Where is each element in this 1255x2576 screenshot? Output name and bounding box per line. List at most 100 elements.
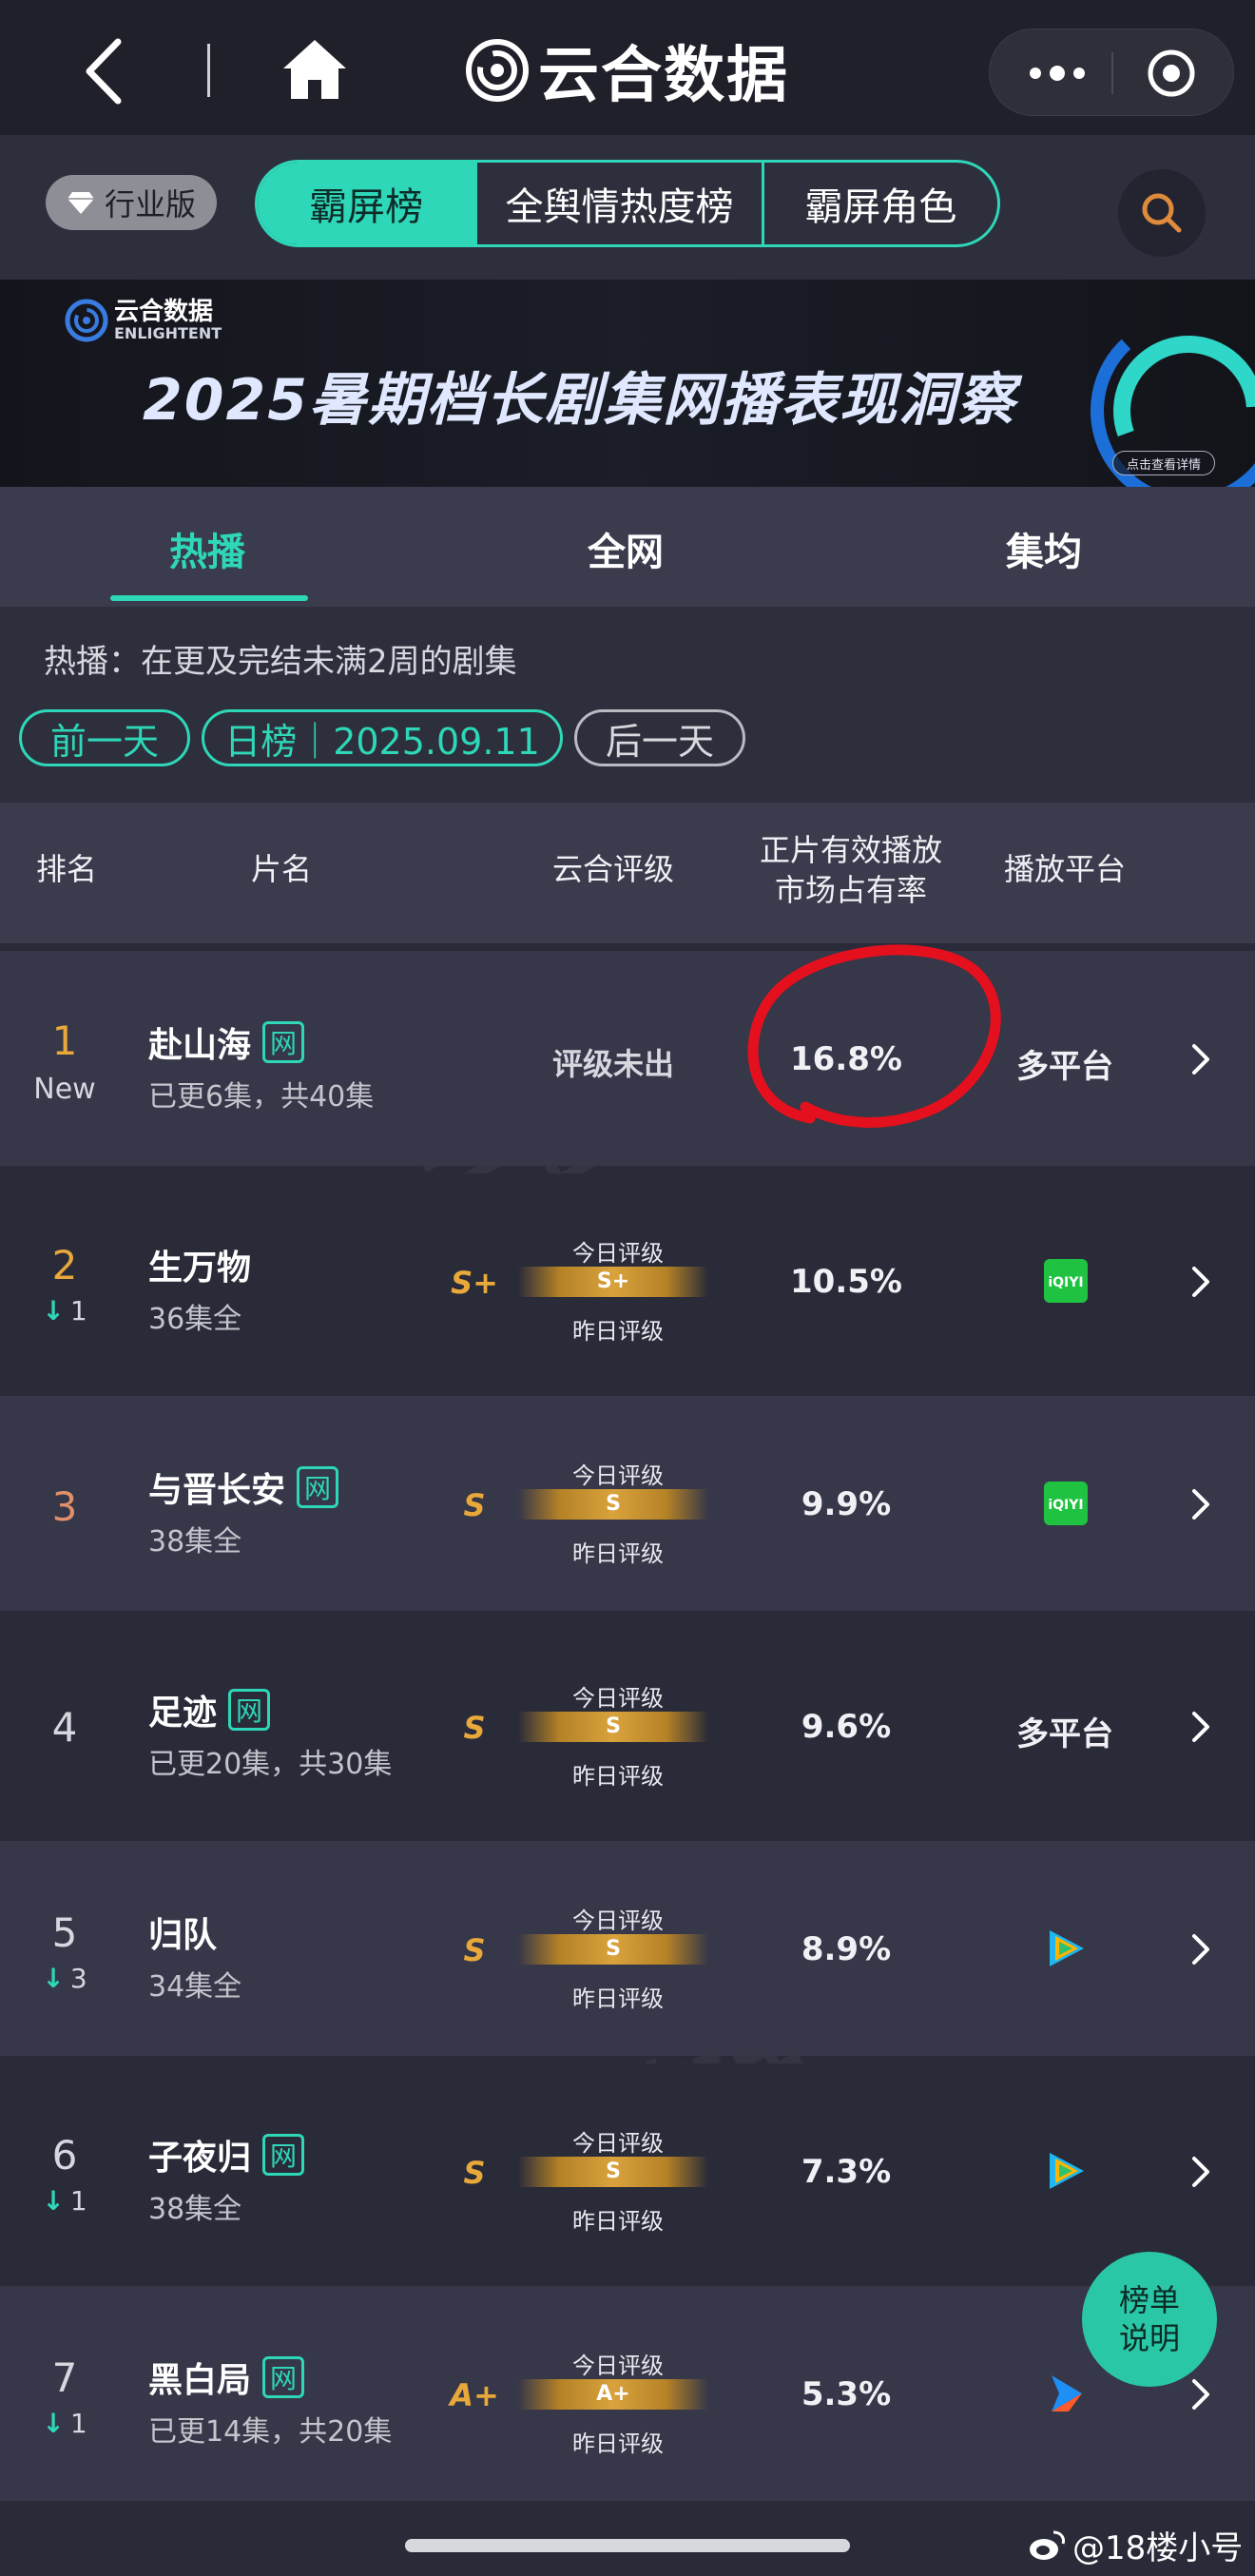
date-selector[interactable]: 日榜｜2025.09.11 bbox=[202, 709, 563, 766]
table-header: 排名 片名 云合评级 正片有效播放 市场占有率 播放平台 bbox=[0, 803, 1255, 943]
rating-grade: S bbox=[463, 1487, 486, 1523]
header-share-line1: 正片有效播放 bbox=[759, 832, 942, 868]
market-share: 9.6% bbox=[801, 1708, 892, 1746]
rank-change: ↓ 1 bbox=[42, 2185, 87, 2217]
ranking-description: 热播：在更及完结未满2周的剧集 bbox=[44, 643, 517, 681]
show-title: 子夜归 网 bbox=[148, 2130, 305, 2179]
rank-number: 2 bbox=[51, 1242, 78, 1288]
info-area: 热播：在更及完结未满2周的剧集 前一天 日榜｜2025.09.11 后一天 bbox=[0, 607, 1255, 803]
weibo-credit: @18楼小号 bbox=[1027, 2522, 1243, 2568]
banner-logo-cn: 云合数据 bbox=[114, 298, 214, 326]
rank-number: 5 bbox=[51, 1909, 78, 1956]
table-row[interactable]: 7 ↓ 1 黑白局 网 已更14集，共20集 A+ 今日评级 A+ 昨日评级 5.… bbox=[0, 2286, 1255, 2501]
table-row[interactable]: 6 ↓ 1 子夜归 网 38集全 S 今日评级 S 昨日评级 7.3% bbox=[0, 2063, 1255, 2278]
rank-number: 1 bbox=[51, 1017, 78, 1064]
chevron-right-icon[interactable] bbox=[1188, 1263, 1213, 1301]
segment-bapingjuese[interactable]: 霸屏角色 bbox=[761, 163, 997, 244]
rating-bar: A+ bbox=[518, 2379, 708, 2410]
yunhe-logo-icon bbox=[65, 299, 108, 342]
today-rating-label: 今日评级 bbox=[572, 2130, 664, 2157]
next-day-button[interactable]: 后一天 bbox=[574, 709, 745, 766]
tab-all-network[interactable]: 全网 bbox=[588, 521, 664, 576]
capsule-divider bbox=[1111, 52, 1113, 94]
table-row[interactable]: 1 New 赴山海 网 已更6集，共40集 评级未出 16.8% 多平台 bbox=[0, 951, 1255, 1166]
rating-bar: S bbox=[518, 1712, 708, 1742]
iqiyi-icon: iQIYI bbox=[1044, 1482, 1088, 1525]
arrow-down-icon: ↓ bbox=[42, 1963, 65, 1994]
show-title: 与晋长安 网 bbox=[148, 1462, 339, 1512]
platform-label: 多平台 bbox=[1016, 1048, 1113, 1086]
segment-bapingbang[interactable]: 霸屏榜 bbox=[258, 163, 475, 244]
banner-detail-button[interactable]: 点击查看详情 bbox=[1112, 451, 1215, 475]
net-drama-badge: 网 bbox=[262, 2134, 305, 2176]
platform-label: 多平台 bbox=[1016, 1715, 1113, 1753]
rating-bar: S bbox=[518, 1934, 708, 1965]
tab-per-episode[interactable]: 集均 bbox=[1006, 521, 1082, 576]
yesterday-rating-label: 昨日评级 bbox=[572, 2431, 664, 2457]
more-icon[interactable] bbox=[1024, 62, 1091, 85]
youku-icon bbox=[1052, 2375, 1082, 2411]
table-row[interactable]: 3 与晋长安 网 38集全 S 今日评级 S 昨日评级 9.9% iQIYI bbox=[0, 1396, 1255, 1611]
search-icon bbox=[1142, 193, 1182, 233]
back-icon[interactable] bbox=[76, 34, 133, 108]
edition-badge-label: 行业版 bbox=[104, 186, 196, 223]
active-tab-underline bbox=[110, 595, 308, 601]
brand-title: 云合数据 bbox=[464, 32, 789, 111]
yesterday-rating-label: 昨日评级 bbox=[572, 1318, 664, 1345]
episode-count: 38集全 bbox=[148, 1525, 242, 1559]
yesterday-rating-label: 昨日评级 bbox=[572, 2208, 664, 2235]
show-title: 足迹 网 bbox=[148, 1685, 271, 1734]
arrow-down-icon: ↓ bbox=[42, 2185, 65, 2217]
market-share: 8.9% bbox=[801, 1930, 892, 1968]
tab-hot[interactable]: 热播 bbox=[169, 521, 245, 576]
rank-change: ↓ 1 bbox=[42, 1295, 87, 1327]
fab-label-line2: 说明 bbox=[1118, 2320, 1180, 2356]
market-share: 10.5% bbox=[790, 1263, 902, 1301]
chevron-right-icon[interactable] bbox=[1188, 1930, 1213, 1968]
rank-number: 3 bbox=[51, 1483, 78, 1530]
market-share: 5.3% bbox=[801, 2375, 892, 2413]
close-target-icon[interactable] bbox=[1147, 48, 1196, 98]
yunhe-logo-icon bbox=[466, 39, 529, 102]
svg-text:iQIYI: iQIYI bbox=[1048, 1498, 1083, 1513]
filter-bar: 行业版 霸屏榜 全舆情热度榜 霸屏角色 bbox=[0, 135, 1255, 280]
arrow-down-icon: ↓ bbox=[42, 2408, 65, 2439]
home-icon[interactable] bbox=[281, 38, 348, 101]
arrow-down-icon: ↓ bbox=[42, 1295, 65, 1327]
ranking-explanation-button[interactable]: 榜单 说明 bbox=[1082, 2252, 1217, 2387]
promo-banner[interactable]: 云合数据 ENLIGHTENT 2025暑期档长剧集网播表现洞察 点击查看详情 bbox=[0, 280, 1255, 487]
rating-bar: S bbox=[518, 2157, 708, 2187]
chevron-right-icon[interactable] bbox=[1188, 1708, 1213, 1746]
chevron-right-icon[interactable] bbox=[1188, 2375, 1213, 2413]
show-title: 黑白局 网 bbox=[148, 2353, 305, 2402]
today-rating-label: 今日评级 bbox=[572, 1908, 664, 1934]
nav-divider bbox=[207, 44, 210, 97]
rating-grade: S bbox=[463, 2155, 486, 2191]
show-title: 生万物 bbox=[148, 1249, 252, 1288]
today-rating-label: 今日评级 bbox=[572, 1240, 664, 1267]
today-rating-label: 今日评级 bbox=[572, 2353, 664, 2379]
banner-title: 2025暑期档长剧集网播表现洞察 bbox=[143, 367, 1016, 434]
diamond-icon bbox=[67, 192, 94, 214]
today-rating-label: 今日评级 bbox=[572, 1685, 664, 1712]
table-row[interactable]: 2 ↓ 1 生万物 36集全 S+ 今日评级 S+ 昨日评级 10.5% iQIY… bbox=[0, 1173, 1255, 1388]
search-button[interactable] bbox=[1118, 169, 1206, 257]
yesterday-rating-label: 昨日评级 bbox=[572, 1540, 664, 1567]
mini-program-capsule bbox=[989, 29, 1234, 116]
episode-count: 已更6集，共40集 bbox=[148, 1080, 375, 1114]
rating-grade: S+ bbox=[451, 1265, 498, 1301]
prev-day-button[interactable]: 前一天 bbox=[19, 709, 190, 766]
net-drama-badge: 网 bbox=[262, 1021, 305, 1063]
rating-grade: S bbox=[463, 1932, 486, 1968]
table-row[interactable]: 4 足迹 网 已更20集，共30集 S 今日评级 S 昨日评级 9.6% 多平台 bbox=[0, 1618, 1255, 1833]
episode-count: 34集全 bbox=[148, 1970, 242, 2004]
fab-label-line1: 榜单 bbox=[1118, 2282, 1180, 2318]
chevron-right-icon[interactable] bbox=[1188, 2153, 1213, 2191]
segment-quanyuqing[interactable]: 全舆情热度榜 bbox=[474, 163, 762, 244]
edition-badge[interactable]: 行业版 bbox=[46, 175, 217, 230]
table-row[interactable]: 5 ↓ 3 归队 34集全 S 今日评级 S 昨日评级 8.9% bbox=[0, 1841, 1255, 2056]
chevron-right-icon[interactable] bbox=[1188, 1040, 1213, 1078]
chevron-right-icon[interactable] bbox=[1188, 1485, 1213, 1523]
net-drama-badge: 网 bbox=[228, 1689, 271, 1731]
rating-grade: S bbox=[463, 1710, 486, 1746]
